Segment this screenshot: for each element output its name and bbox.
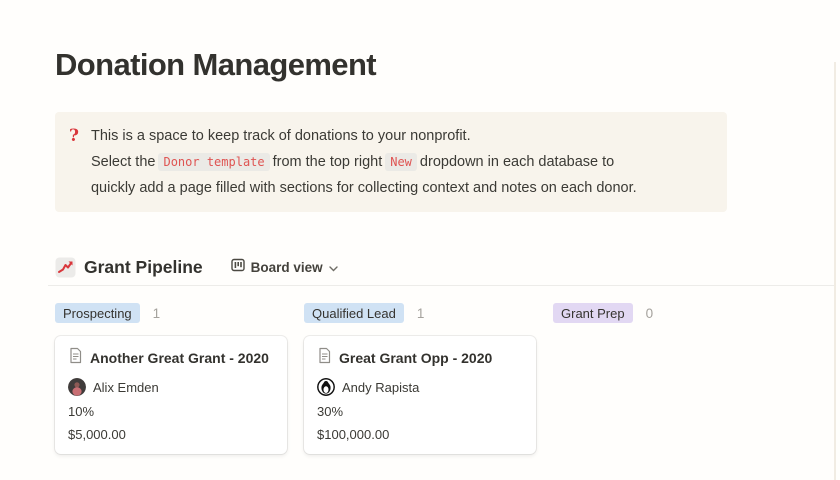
card-title-row: Great Grant Opp - 2020 bbox=[317, 347, 522, 369]
question-mark-icon: ? bbox=[69, 123, 79, 201]
column-status-badge[interactable]: Qualified Lead bbox=[304, 303, 404, 323]
column-header: Qualified Lead 1 bbox=[304, 303, 536, 323]
column-count: 1 bbox=[417, 306, 425, 321]
alix-photo-avatar bbox=[68, 378, 86, 396]
callout-line-1: This is a space to keep track of donatio… bbox=[91, 123, 637, 149]
card-percent: 30% bbox=[317, 404, 522, 419]
card-title: Another Great Grant - 2020 bbox=[90, 349, 269, 367]
card-amount: $5,000.00 bbox=[68, 427, 273, 442]
column-status-badge[interactable]: Grant Prep bbox=[553, 303, 633, 323]
board-view-label: Board view bbox=[251, 260, 323, 275]
board-column-grant-prep: Grant Prep 0 bbox=[553, 303, 785, 454]
page-canvas: Donation Management ? This is a space to… bbox=[0, 0, 840, 480]
card-assignee-row: Andy Rapista bbox=[317, 378, 522, 396]
column-header: Prospecting 1 bbox=[55, 303, 287, 323]
callout-text: This is a space to keep track of donatio… bbox=[91, 123, 637, 201]
database-title: Grant Pipeline bbox=[84, 257, 203, 278]
database-section-header: Grant Pipeline Board view bbox=[55, 257, 785, 278]
callout-line-3: quickly add a page filled with sections … bbox=[91, 175, 637, 201]
callout-line-2: Select theDonor templatefrom the top rig… bbox=[91, 149, 637, 175]
board-view-icon bbox=[231, 258, 245, 277]
penguin-avatar bbox=[317, 378, 335, 396]
chevron-down-icon bbox=[329, 259, 338, 277]
card-percent: 10% bbox=[68, 404, 273, 419]
section-divider bbox=[48, 285, 834, 286]
board-column-prospecting: Prospecting 1 Another Gre bbox=[55, 303, 287, 454]
assignee-name: Alix Emden bbox=[93, 380, 159, 395]
callout-block: ? This is a space to keep track of donat… bbox=[55, 112, 727, 212]
column-header: Grant Prep 0 bbox=[553, 303, 785, 323]
page-content: Donation Management ? This is a space to… bbox=[55, 46, 785, 454]
kanban-board: Prospecting 1 Another Gre bbox=[55, 303, 785, 454]
chart-increasing-icon bbox=[55, 257, 76, 278]
right-edge-divider bbox=[834, 62, 836, 480]
card-amount: $100,000.00 bbox=[317, 427, 522, 442]
card-assignee-row: Alix Emden bbox=[68, 378, 273, 396]
board-card[interactable]: Great Grant Opp - 2020 Andy Rapista bbox=[304, 336, 536, 454]
assignee-name: Andy Rapista bbox=[342, 380, 419, 395]
inline-code-new: New bbox=[385, 153, 417, 171]
card-title-row: Another Great Grant - 2020 bbox=[68, 347, 273, 369]
inline-code-donor-template: Donor template bbox=[158, 153, 269, 171]
card-title: Great Grant Opp - 2020 bbox=[339, 349, 492, 367]
board-view-switcher[interactable]: Board view bbox=[231, 258, 338, 277]
column-status-badge[interactable]: Prospecting bbox=[55, 303, 140, 323]
page-title: Donation Management bbox=[55, 46, 785, 84]
page-doc-icon bbox=[317, 347, 332, 369]
column-count: 1 bbox=[153, 306, 161, 321]
page-doc-icon bbox=[68, 347, 83, 369]
board-column-qualified-lead: Qualified Lead 1 Great Gr bbox=[304, 303, 536, 454]
board-card[interactable]: Another Great Grant - 2020 Alix Emden bbox=[55, 336, 287, 454]
column-count: 0 bbox=[646, 306, 654, 321]
